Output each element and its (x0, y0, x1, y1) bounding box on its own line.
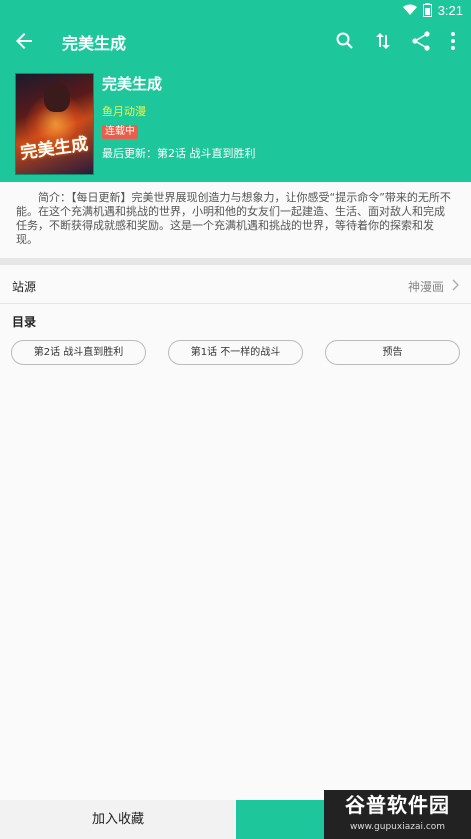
chapter-button[interactable]: 第2话 战斗直到胜利 (11, 340, 146, 365)
search-icon[interactable] (333, 29, 357, 53)
watermark-url: www.gupuxiazai.com (349, 822, 446, 832)
status-icons: 3:21 (402, 2, 463, 18)
latest-update: 最后更新：第2话 战斗直到胜利 (102, 147, 256, 160)
comic-info: 完美生成 鱼月动漫 连载中 最后更新：第2话 战斗直到胜利 (102, 73, 256, 161)
source-value: 神漫画 (407, 280, 444, 294)
watermark: 谷普软件园 www.gupuxiazai.com (324, 790, 471, 839)
battery-icon (422, 3, 432, 17)
add-favorite-button[interactable]: 加入收藏 (0, 800, 236, 839)
source-row[interactable]: 站源 神漫画 (0, 266, 471, 304)
comic-author[interactable]: 鱼月动漫 (102, 103, 256, 119)
comic-header: 完美生成 完美生成 鱼月动漫 连载中 最后更新：第2话 战斗直到胜利 (0, 62, 471, 182)
chevron-right-icon (452, 279, 459, 291)
status-badge: 连载中 (102, 125, 138, 139)
more-vert-icon[interactable] (441, 29, 465, 53)
comic-intro: 简介：【每日更新】完美世界展现创造力与想象力，让你感受“提示命令”带来的无所不能… (0, 182, 471, 258)
chapter-button[interactable]: 第1话 不一样的战斗 (168, 340, 303, 365)
sort-icon[interactable] (371, 29, 395, 53)
status-bar: 3:21 (0, 0, 471, 20)
page-title: 完美生成 (62, 34, 127, 53)
toc-label: 目录 (12, 315, 37, 329)
status-time: 3:21 (437, 2, 463, 18)
wifi-icon (402, 4, 417, 15)
source-label: 站源 (12, 280, 37, 294)
share-icon[interactable] (409, 29, 433, 53)
cover-figure (44, 82, 70, 112)
comic-title: 完美生成 (102, 75, 163, 93)
back-arrow-icon[interactable] (12, 29, 36, 53)
toolbar: 完美生成 (0, 20, 471, 62)
chapter-button[interactable]: 预告 (325, 340, 460, 365)
watermark-title: 谷普软件园 (345, 793, 450, 817)
comic-cover[interactable]: 完美生成 (15, 73, 94, 175)
section-divider (0, 258, 471, 265)
chapter-list: 第2话 战斗直到胜利 第1话 不一样的战斗 预告 (0, 340, 471, 365)
